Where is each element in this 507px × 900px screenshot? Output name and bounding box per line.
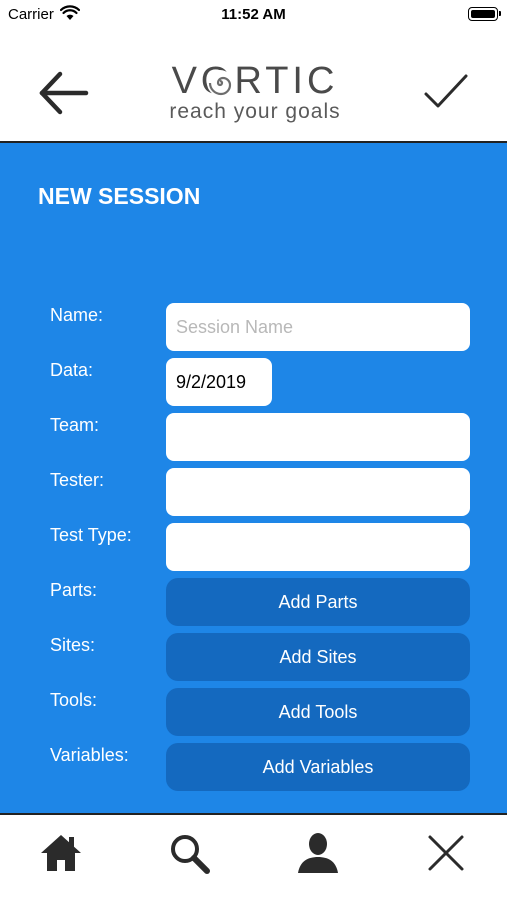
new-session-panel: NEW SESSION Name: Data: Team: Tester: Te…: [0, 143, 507, 813]
checkmark-icon[interactable]: [420, 68, 472, 116]
name-label: Name:: [50, 305, 104, 325]
navigation-bar: VORTIC reach your goals: [0, 28, 507, 142]
search-icon[interactable]: [167, 831, 211, 875]
session-name-input[interactable]: [166, 303, 470, 351]
status-time: 11:52 AM: [221, 6, 286, 23]
back-arrow-icon[interactable]: [36, 68, 92, 118]
variables-label: Variables:: [50, 745, 129, 765]
tester-input[interactable]: [166, 468, 470, 516]
date-label: Data:: [50, 360, 94, 380]
tester-label: Tester:: [50, 470, 105, 490]
sites-label: Sites:: [50, 635, 96, 655]
add-parts-button[interactable]: Add Parts: [166, 578, 470, 626]
logo-word: VORTIC: [171, 60, 339, 102]
logo-swirl-icon: [207, 70, 233, 96]
team-input[interactable]: [166, 413, 470, 461]
home-icon[interactable]: [39, 831, 83, 875]
add-sites-button[interactable]: Add Sites: [166, 633, 470, 681]
tab-bar: [0, 815, 507, 900]
status-bar: Carrier 11:52 AM: [0, 0, 507, 28]
parts-label: Parts:: [50, 580, 98, 600]
logo-tagline: reach your goals: [169, 100, 341, 123]
tools-label: Tools:: [50, 690, 98, 710]
vortic-logo: VORTIC reach your goals: [160, 60, 350, 124]
battery-icon: [468, 7, 501, 21]
add-tools-button[interactable]: Add Tools: [166, 688, 470, 736]
user-icon[interactable]: [296, 831, 340, 875]
date-input[interactable]: [166, 358, 272, 406]
page-title: NEW SESSION: [38, 183, 201, 209]
close-icon[interactable]: [424, 831, 468, 875]
test-type-input[interactable]: [166, 523, 470, 571]
test-type-label: Test Type:: [50, 525, 132, 545]
team-label: Team:: [50, 415, 100, 435]
add-variables-button[interactable]: Add Variables: [166, 743, 470, 791]
